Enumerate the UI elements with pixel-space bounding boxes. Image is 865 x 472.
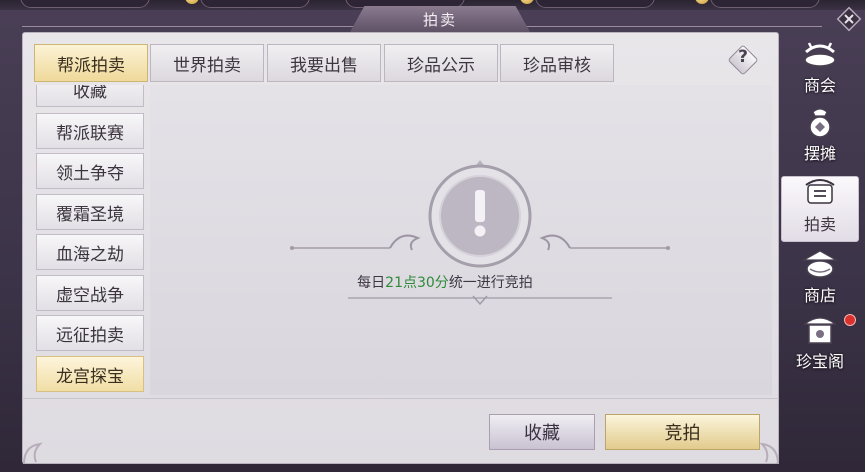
tab-label: 世界拍卖 xyxy=(173,55,241,76)
bid-button[interactable]: 竞拍 xyxy=(605,414,760,450)
empty-state-message: 每日21点30分统一进行竞拍 xyxy=(300,272,590,292)
list-item-label: 领土争夺 xyxy=(56,163,124,184)
tab-treasure-review[interactable]: 珍品审核 xyxy=(500,44,614,82)
list-item-label: 帮派联赛 xyxy=(56,123,124,144)
favorite-button[interactable]: 收藏 xyxy=(489,414,595,450)
list-item-frost-realm[interactable]: 覆霜圣境 xyxy=(36,194,144,230)
treasure-pavilion-icon xyxy=(803,317,837,344)
gold-coin-icon xyxy=(695,0,709,4)
tab-label: 珍品公示 xyxy=(407,55,475,76)
side-item-treasure-pavilion[interactable]: 珍宝阁 xyxy=(781,312,859,378)
side-item-label: 摆摊 xyxy=(803,144,836,163)
shop-icon xyxy=(801,250,839,278)
help-button[interactable]: ? xyxy=(727,44,759,76)
list-item-label: 龙宫探宝 xyxy=(56,366,124,387)
tab-world-auction[interactable]: 世界拍卖 xyxy=(150,44,264,82)
tab-sell[interactable]: 我要出售 xyxy=(267,44,381,82)
list-item-expedition[interactable]: 远征拍卖 xyxy=(36,315,144,351)
close-icon[interactable] xyxy=(836,6,862,32)
side-item-label: 拍卖 xyxy=(803,215,836,234)
side-item-stall[interactable]: 摆摊 xyxy=(781,104,859,170)
help-icon-glyph: ? xyxy=(738,47,748,67)
empty-time: 21点30分 xyxy=(385,275,449,291)
ingot-icon xyxy=(520,0,534,4)
auction-icon xyxy=(805,179,835,204)
list-item-label: 虚空战争 xyxy=(56,285,124,306)
list-item-territory-war[interactable]: 领土争夺 xyxy=(36,153,144,189)
side-item-shop[interactable]: 商店 xyxy=(781,246,859,312)
guild-shop-icon xyxy=(804,42,836,67)
side-nav: 商会 摆摊 拍卖 商店 珍宝阁 xyxy=(781,32,859,372)
list-item-void-war[interactable]: 虚空战争 xyxy=(36,275,144,311)
list-item-label: 血海之劫 xyxy=(56,244,124,265)
bid-button-label: 竞拍 xyxy=(664,423,701,444)
list-item-label: 远征拍卖 xyxy=(56,325,124,346)
tab-label: 我要出售 xyxy=(290,55,358,76)
corner-ornament xyxy=(759,442,779,465)
currency-slot xyxy=(200,0,310,8)
empty-prefix: 每日 xyxy=(357,275,386,291)
window-title-text: 拍卖 xyxy=(422,10,457,29)
currency-slot xyxy=(710,0,820,8)
currency-slot xyxy=(20,0,150,8)
tab-guild-auction[interactable]: 帮派拍卖 xyxy=(34,44,148,82)
side-item-guild-shop[interactable]: 商会 xyxy=(781,36,859,102)
tab-label: 帮派拍卖 xyxy=(57,55,125,76)
list-item-guild-league[interactable]: 帮派联赛 xyxy=(36,113,144,149)
list-item-blood-sea[interactable]: 血海之劫 xyxy=(36,234,144,270)
side-item-label: 商会 xyxy=(803,76,836,95)
empty-suffix: 统一进行竞拍 xyxy=(448,275,533,291)
category-list[interactable]: 收藏 帮派联赛 领土争夺 覆霜圣境 血海之劫 虚空战争 远征拍卖 龙宫探宝 xyxy=(34,85,146,396)
notification-badge xyxy=(844,314,856,326)
divider xyxy=(22,398,779,399)
gold-coin-icon xyxy=(185,0,199,4)
list-item-dragon-palace[interactable]: 龙宫探宝 xyxy=(36,356,144,392)
tab-treasure-notice[interactable]: 珍品公示 xyxy=(384,44,498,82)
currency-slot xyxy=(535,0,655,8)
corner-ornament xyxy=(23,442,43,465)
side-item-label: 珍宝阁 xyxy=(795,352,844,371)
favorite-button-label: 收藏 xyxy=(524,423,560,444)
side-item-auction[interactable]: 拍卖 xyxy=(781,176,859,242)
list-item-favorites[interactable]: 收藏 xyxy=(36,85,144,107)
stall-bag-icon xyxy=(809,108,831,138)
window-title: 拍卖 xyxy=(350,6,530,32)
list-item-label: 覆霜圣境 xyxy=(56,204,124,225)
list-item-label: 收藏 xyxy=(73,85,107,102)
side-item-label: 商店 xyxy=(803,286,836,305)
tab-label: 珍品审核 xyxy=(523,55,591,76)
